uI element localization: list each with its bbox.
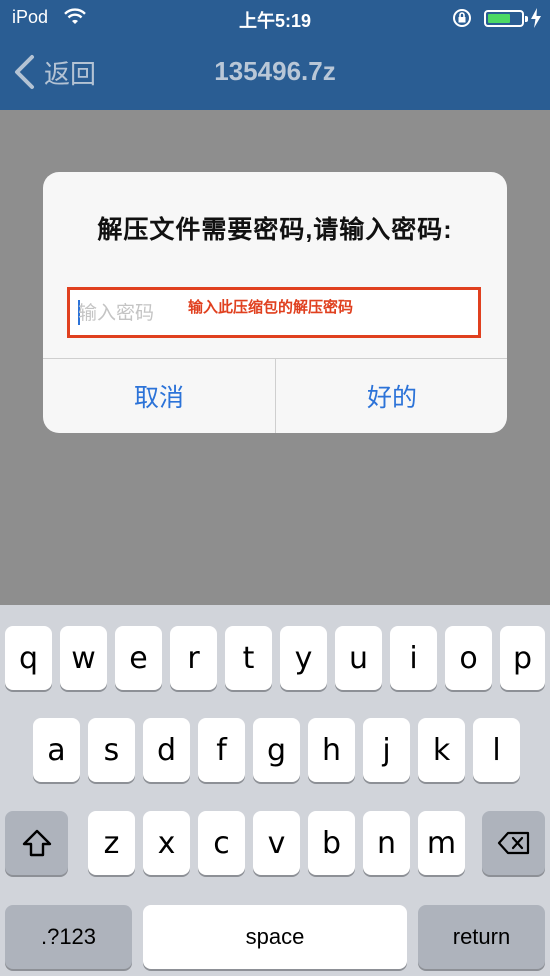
shift-key[interactable] [5, 811, 68, 875]
password-input[interactable] [78, 295, 188, 330]
key-j[interactable]: j [363, 718, 410, 782]
ok-button[interactable]: 好的 [276, 358, 507, 433]
key-k[interactable]: k [418, 718, 465, 782]
annotation-text: 输入此压缩包的解压密码 [188, 298, 354, 316]
return-key[interactable]: return [418, 905, 545, 969]
cancel-button[interactable]: 取消 [43, 358, 275, 433]
rotation-lock-icon [453, 9, 471, 27]
key-q[interactable]: q [5, 626, 52, 690]
password-dialog: 解压文件需要密码,请输入密码: 输入此压缩包的解压密码 取消 好的 [43, 172, 507, 433]
backspace-key[interactable] [482, 811, 545, 875]
key-e[interactable]: e [115, 626, 162, 690]
key-l[interactable]: l [473, 718, 520, 782]
key-d[interactable]: d [143, 718, 190, 782]
key-t[interactable]: t [225, 626, 272, 690]
status-bar: iPod 上午5:19 [0, 0, 550, 36]
key-y[interactable]: y [280, 626, 327, 690]
key-o[interactable]: o [445, 626, 492, 690]
key-v[interactable]: v [253, 811, 300, 875]
key-c[interactable]: c [198, 811, 245, 875]
key-h[interactable]: h [308, 718, 355, 782]
numbers-key[interactable]: .?123 [5, 905, 132, 969]
key-n[interactable]: n [363, 811, 410, 875]
battery-icon [484, 10, 528, 27]
shift-icon [22, 829, 51, 857]
page-title: 135496.7z [214, 56, 336, 86]
key-a[interactable]: a [33, 718, 80, 782]
key-p[interactable]: p [500, 626, 545, 690]
space-key[interactable]: space [143, 905, 407, 969]
backspace-icon [497, 831, 529, 855]
password-field-highlight: 输入此压缩包的解压密码 [67, 287, 481, 338]
key-b[interactable]: b [308, 811, 355, 875]
charging-bolt-icon [531, 8, 541, 28]
key-z[interactable]: z [88, 811, 135, 875]
key-x[interactable]: x [143, 811, 190, 875]
navigation-bar: 返回 135496.7z [0, 36, 550, 110]
key-r[interactable]: r [170, 626, 217, 690]
key-m[interactable]: m [418, 811, 465, 875]
key-u[interactable]: u [335, 626, 382, 690]
key-g[interactable]: g [253, 718, 300, 782]
key-f[interactable]: f [198, 718, 245, 782]
dialog-title: 解压文件需要密码,请输入密码: [97, 216, 453, 244]
keyboard: q w e r t y u i o p a s d f g h j k l z … [0, 605, 550, 976]
key-w[interactable]: w [60, 626, 107, 690]
key-i[interactable]: i [390, 626, 437, 690]
key-s[interactable]: s [88, 718, 135, 782]
